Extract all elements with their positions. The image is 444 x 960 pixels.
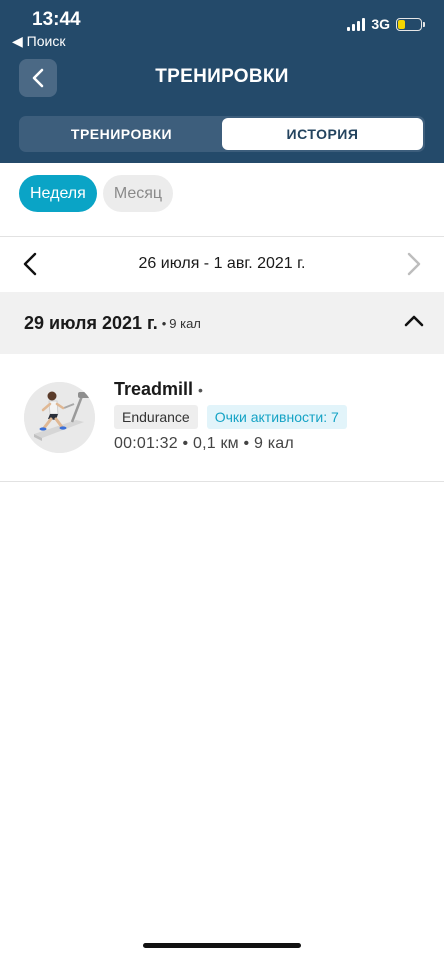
activity-title: Treadmill	[114, 379, 194, 399]
tab-history[interactable]: ИСТОРИЯ	[222, 118, 423, 150]
divider	[0, 236, 444, 237]
day-calories: 9 кал	[169, 315, 201, 331]
activity-stats: 00:01:32 • 0,1 км • 9 кал	[114, 435, 294, 452]
activity-name: Treadmill •	[114, 379, 203, 400]
week-chip[interactable]: Неделя	[19, 175, 97, 212]
chevron-right-icon	[407, 252, 421, 276]
collapse-button[interactable]	[404, 314, 424, 333]
day-date: 29 июля 2021 г.	[24, 312, 158, 333]
status-time: 13:44	[32, 9, 81, 30]
treadmill-runner-icon	[24, 382, 95, 453]
activity-item[interactable]: Treadmill • Endurance Очки активности: 7 …	[0, 355, 444, 481]
home-indicator[interactable]	[143, 943, 301, 948]
day-group-header[interactable]: 29 июля 2021 г. • 9 кал	[0, 292, 444, 354]
battery-icon	[396, 17, 425, 31]
segmented-control: ТРЕНИРОВКИ ИСТОРИЯ	[19, 116, 425, 152]
activity-points-tag: Очки активности: 7	[206, 405, 347, 429]
month-chip[interactable]: Месяц	[102, 175, 174, 212]
network-type: 3G	[371, 16, 390, 32]
date-range-navigator: 26 июля - 1 авг. 2021 г.	[0, 238, 444, 290]
page-title: ТРЕНИРОВКИ	[155, 66, 289, 87]
tab-trainings[interactable]: ТРЕНИРОВКИ	[21, 118, 222, 150]
battery-level	[398, 19, 405, 29]
status-indicators: 3G	[347, 16, 425, 32]
period-filter: Неделя Месяц	[19, 175, 174, 212]
chevron-left-icon	[23, 252, 37, 276]
next-week-button[interactable]	[406, 252, 422, 281]
activity-name-separator: •	[198, 382, 203, 398]
activity-type-tag: Endurance	[114, 405, 198, 429]
day-separator: •	[161, 315, 167, 331]
signal-icon	[347, 17, 366, 31]
divider	[0, 481, 444, 482]
activity-tags: Endurance Очки активности: 7	[114, 405, 347, 429]
previous-week-button[interactable]	[22, 252, 38, 281]
back-to-app-link[interactable]: ◀ Поиск	[12, 33, 65, 50]
app-header: 13:44 ◀ Поиск 3G ТРЕНИРОВКИ ТРЕНИРОВКИ И…	[0, 0, 444, 163]
chevron-up-icon	[404, 315, 424, 327]
date-range-label: 26 июля - 1 авг. 2021 г.	[138, 255, 306, 272]
